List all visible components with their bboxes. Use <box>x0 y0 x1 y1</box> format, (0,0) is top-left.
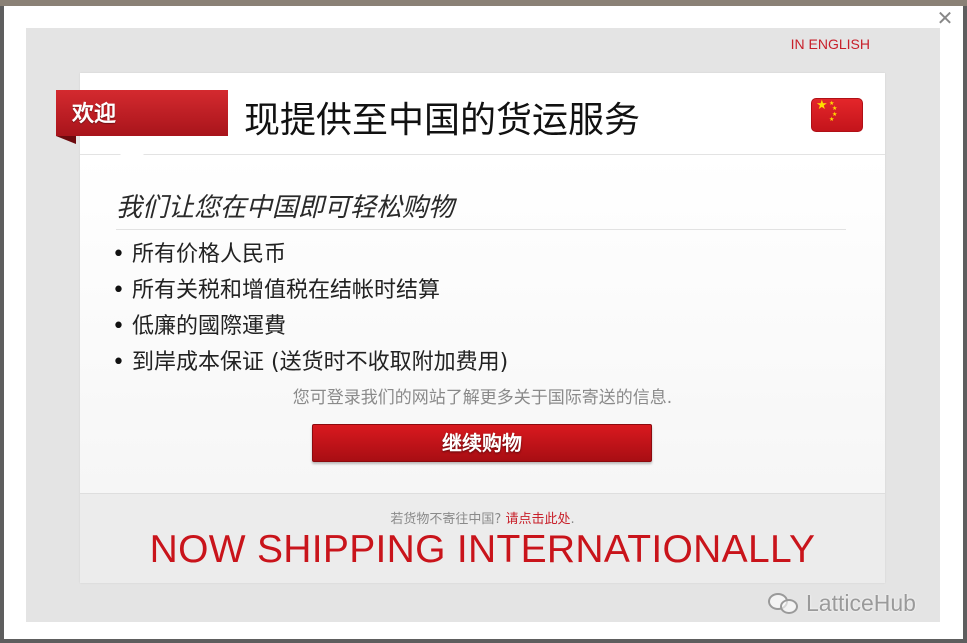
card-header: 欢迎 现提供至中国的货运服务 ★ ★ ★ ★ ★ <box>56 73 885 155</box>
footer-question-text: 若货物不寄往中国? <box>390 512 506 527</box>
info-text: 您可登录我们的网站了解更多关于国际寄送的信息. <box>292 388 673 408</box>
divider <box>116 229 846 230</box>
click-here-link[interactable]: 请点击此处 <box>505 512 570 527</box>
continue-shopping-button[interactable]: 继续购物 <box>312 424 652 462</box>
card-footer: 若货物不寄往中国? 请点击此处. NOW SHIPPING INTERNATIO… <box>80 493 885 583</box>
watermark-text: LatticeHub <box>806 589 916 616</box>
footer-suffix: . <box>570 512 575 527</box>
list-item: 到岸成本保证 (送货时不收取附加费用) <box>112 345 508 381</box>
watermark: LatticeHub <box>768 588 916 618</box>
close-icon[interactable]: ✕ <box>935 8 955 28</box>
welcome-ribbon: 欢迎 <box>56 90 228 136</box>
card-body: 我们让您在中国即可轻松购物 所有价格人民币 所有关税和增值税在结帐时结算 低廉的… <box>80 155 885 495</box>
flag-star-icon: ★ <box>816 98 828 113</box>
ribbon-fold <box>56 136 76 144</box>
subtitle: 我们让您在中国即可轻松购物 <box>116 193 455 223</box>
shipping-banner: NOW SHIPPING INTERNATIONALLY <box>149 528 816 571</box>
footer-question: 若货物不寄往中国? 请点击此处. <box>80 508 885 527</box>
in-english-link[interactable]: IN ENGLISH <box>791 36 870 52</box>
china-flag-icon: ★ ★ ★ ★ ★ <box>811 98 863 132</box>
list-item: 所有关税和增值税在结帐时结算 <box>112 273 508 309</box>
benefits-list: 所有价格人民币 所有关税和增值税在结帐时结算 低廉的國際運費 到岸成本保证 (送… <box>112 237 508 381</box>
modal-inner-panel: IN ENGLISH 欢迎 现提供至中国的货运服务 ★ ★ ★ ★ ★ 我们让您… <box>26 28 940 622</box>
flag-star-icon: ★ <box>829 116 835 123</box>
list-item: 所有价格人民币 <box>112 237 508 273</box>
list-item: 低廉的國際運費 <box>112 309 508 345</box>
welcome-card: 欢迎 现提供至中国的货运服务 ★ ★ ★ ★ ★ 我们让您在中国即可轻松购物 所… <box>56 73 885 583</box>
page-title: 现提供至中国的货运服务 <box>244 100 641 141</box>
wechat-icon <box>768 591 800 615</box>
shipping-modal: ✕ IN ENGLISH 欢迎 现提供至中国的货运服务 ★ ★ ★ ★ ★ 我们… <box>4 6 963 639</box>
